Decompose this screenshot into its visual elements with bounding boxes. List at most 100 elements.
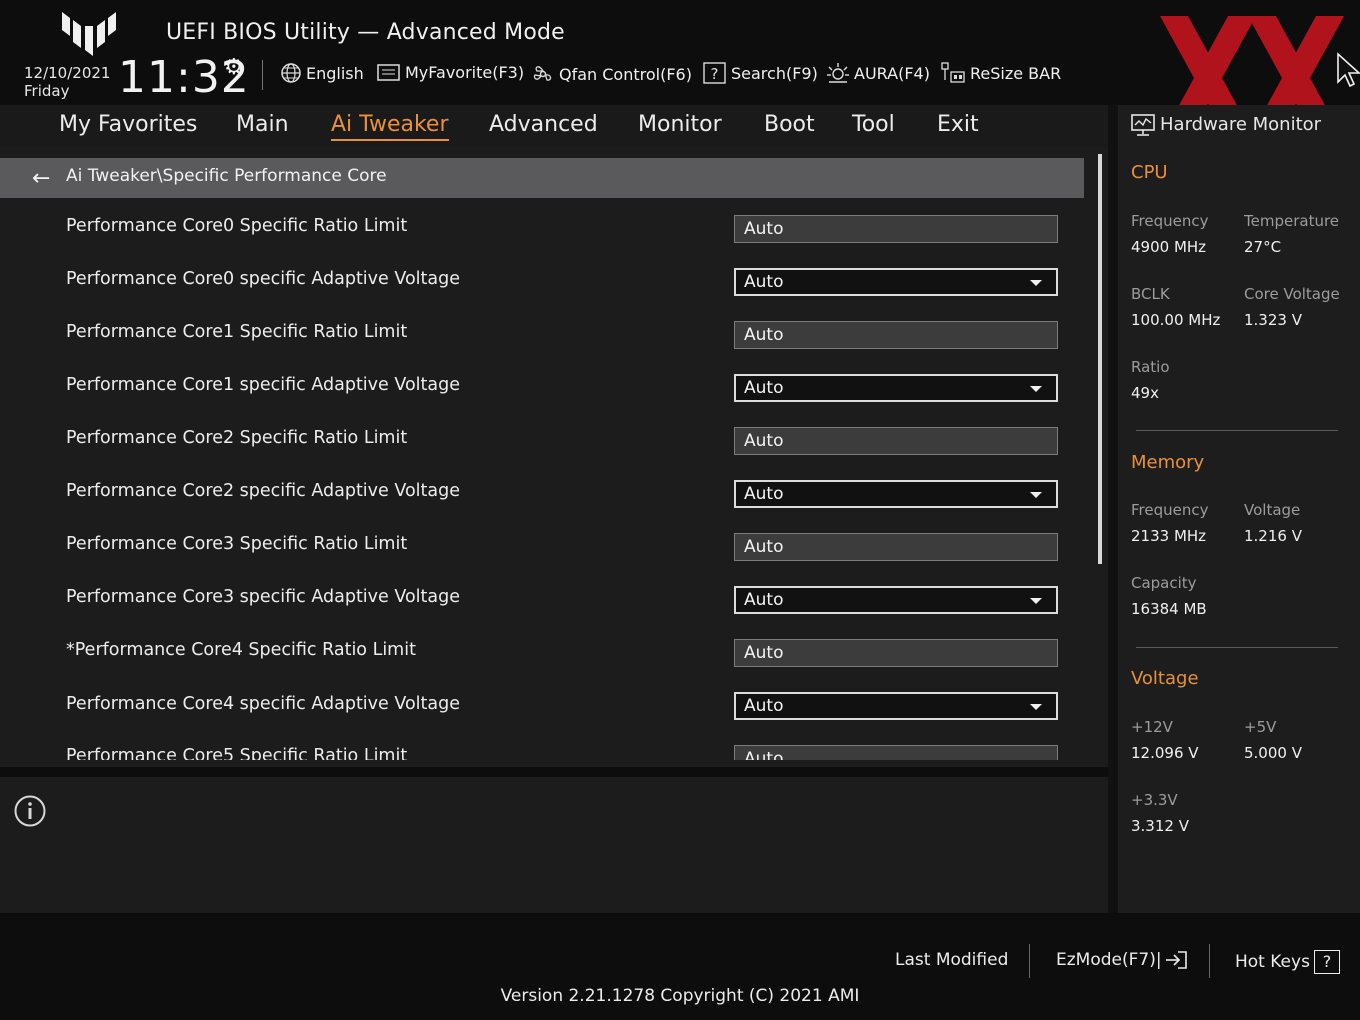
- memory-voltage-label: Voltage: [1244, 501, 1301, 519]
- tab-tool[interactable]: Tool: [852, 112, 895, 137]
- footer-divider: [1209, 944, 1210, 978]
- adaptive-voltage-select[interactable]: Auto: [734, 268, 1058, 296]
- chevron-down-icon: [1030, 704, 1042, 710]
- ezmode-label: EzMode(F7)|: [1056, 950, 1162, 970]
- tab-advanced[interactable]: Advanced: [489, 112, 598, 137]
- qfan-label: Qfan Control(F6): [559, 64, 692, 84]
- monitor-divider: [1136, 647, 1338, 648]
- capacity-label: Capacity: [1131, 574, 1197, 592]
- setting-label[interactable]: Performance Core3 specific Adaptive Volt…: [66, 587, 460, 607]
- info-icon: [14, 795, 46, 827]
- bclk-label: BCLK: [1131, 285, 1170, 303]
- app-title: UEFI BIOS Utility — Advanced Mode: [166, 20, 565, 45]
- help-info-panel: [0, 777, 1108, 913]
- memory-frequency-value: 2133 MHz: [1131, 527, 1207, 545]
- adaptive-voltage-select[interactable]: Auto: [734, 692, 1058, 720]
- tuf-logo: [62, 12, 116, 56]
- adaptive-voltage-select[interactable]: Auto: [734, 586, 1058, 614]
- exit-arrow-icon: [1165, 951, 1187, 969]
- setting-label[interactable]: Performance Core5 Specific Ratio Limit: [66, 746, 407, 760]
- tab-main[interactable]: Main: [236, 112, 289, 137]
- cpu-heading: CPU: [1131, 162, 1168, 183]
- memory-voltage-value: 1.216 V: [1244, 527, 1302, 545]
- tab-monitor[interactable]: Monitor: [638, 112, 722, 137]
- date-display: 12/10/2021 Friday: [24, 64, 110, 100]
- chevron-down-icon: [1030, 598, 1042, 604]
- gear-icon[interactable]: ⚙: [224, 55, 244, 80]
- ratio-limit-input[interactable]: Auto: [734, 533, 1058, 561]
- core-voltage-label: Core Voltage: [1244, 285, 1340, 303]
- qfan-button[interactable]: Qfan Control(F6): [531, 62, 692, 86]
- scrollbar[interactable]: [1098, 154, 1102, 564]
- resize-bar-label: ReSize BAR: [970, 63, 1062, 83]
- capacity-value: 16384 MB: [1131, 600, 1207, 618]
- bclk-value: 100.00 MHz: [1131, 311, 1221, 329]
- monitor-screen-icon: [1131, 114, 1155, 136]
- tab-my-favorites[interactable]: My Favorites: [59, 112, 197, 137]
- setting-label[interactable]: Performance Core0 Specific Ratio Limit: [66, 216, 407, 236]
- svg-text:?: ?: [711, 65, 719, 83]
- v12-label: +12V: [1131, 718, 1173, 736]
- v33-value: 3.312 V: [1131, 817, 1189, 835]
- last-modified-button[interactable]: Last Modified: [895, 950, 1008, 970]
- select-value: Auto: [744, 484, 784, 504]
- breadcrumb: Ai Tweaker\Specific Performance Core: [66, 166, 387, 186]
- resize-bar-icon: [941, 62, 965, 83]
- language-label: English: [306, 63, 364, 83]
- chevron-down-icon: [1030, 492, 1042, 498]
- setting-label[interactable]: Performance Core1 specific Adaptive Volt…: [66, 375, 460, 395]
- aura-button[interactable]: AURA(F4): [826, 62, 930, 84]
- ratio-value: 49x: [1131, 384, 1159, 402]
- fan-icon: [533, 66, 552, 81]
- myfavorite-label: MyFavorite(F3): [405, 62, 525, 82]
- core-voltage-value: 1.323 V: [1244, 311, 1302, 329]
- ratio-limit-input[interactable]: Auto: [734, 215, 1058, 243]
- hotkeys-button[interactable]: Hot Keys ?: [1235, 950, 1340, 974]
- setting-label[interactable]: Performance Core1 Specific Ratio Limit: [66, 322, 407, 342]
- ratio-limit-input[interactable]: Auto: [734, 639, 1058, 667]
- header-divider: [262, 60, 263, 90]
- adaptive-voltage-select[interactable]: Auto: [734, 480, 1058, 508]
- setting-label[interactable]: *Performance Core4 Specific Ratio Limit: [66, 640, 416, 660]
- help-search-icon: ?: [703, 62, 726, 84]
- ratio-limit-input[interactable]: Auto: [734, 427, 1058, 455]
- mouse-cursor-icon: [1337, 52, 1360, 88]
- cpu-temperature-value: 27°C: [1244, 238, 1282, 256]
- adaptive-voltage-select[interactable]: Auto: [734, 374, 1058, 402]
- select-value: Auto: [744, 696, 784, 716]
- panel-divider: [0, 767, 1108, 777]
- search-button[interactable]: ? Search(F9): [703, 62, 818, 84]
- tab-exit[interactable]: Exit: [937, 112, 979, 137]
- cpu-frequency-label: Frequency: [1131, 212, 1209, 230]
- ratio-limit-input[interactable]: Auto: [734, 745, 1058, 760]
- globe-icon: [281, 63, 301, 83]
- chevron-down-icon: [1030, 280, 1042, 286]
- resize-bar-button[interactable]: ReSize BAR: [940, 62, 1061, 84]
- hotkeys-label: Hot Keys: [1235, 952, 1310, 972]
- cpu-frequency-value: 4900 MHz: [1131, 238, 1207, 256]
- language-button[interactable]: English: [280, 62, 364, 84]
- select-value: Auto: [744, 590, 784, 610]
- setting-label[interactable]: Performance Core4 specific Adaptive Volt…: [66, 694, 460, 714]
- ratio-limit-input[interactable]: Auto: [734, 321, 1058, 349]
- tab-boot[interactable]: Boot: [764, 112, 815, 137]
- setting-label[interactable]: Performance Core2 specific Adaptive Volt…: [66, 481, 460, 501]
- back-arrow-icon[interactable]: ←: [32, 166, 50, 191]
- tab-ai-tweaker[interactable]: Ai Tweaker: [331, 112, 449, 141]
- ezmode-button[interactable]: EzMode(F7)|: [1056, 950, 1188, 970]
- setting-label[interactable]: Performance Core2 Specific Ratio Limit: [66, 428, 407, 448]
- setting-label[interactable]: Performance Core3 Specific Ratio Limit: [66, 534, 407, 554]
- partial-row: Performance Core5 Specific Ratio Limit A…: [0, 740, 1084, 760]
- footer-divider: [1029, 944, 1030, 978]
- select-value: Auto: [744, 378, 784, 398]
- select-value: Auto: [744, 272, 784, 292]
- aura-light-icon: [827, 63, 849, 83]
- ratio-label: Ratio: [1131, 358, 1170, 376]
- date-text: 12/10/2021: [24, 64, 111, 82]
- myfavorite-button[interactable]: MyFavorite(F3): [377, 62, 524, 82]
- aura-label: AURA(F4): [854, 63, 930, 83]
- chevron-down-icon: [1030, 386, 1042, 392]
- monitor-divider: [1136, 430, 1338, 431]
- setting-label[interactable]: Performance Core0 specific Adaptive Volt…: [66, 269, 460, 289]
- question-icon: ?: [1313, 950, 1340, 974]
